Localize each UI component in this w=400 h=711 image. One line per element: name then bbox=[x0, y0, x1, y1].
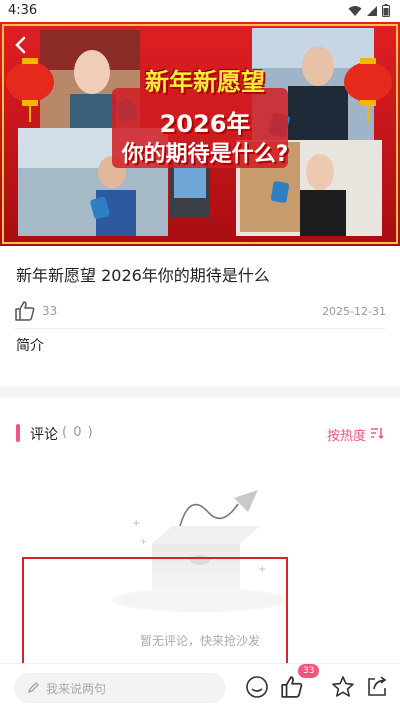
like-toolbar-icon[interactable] bbox=[280, 675, 304, 699]
cover-headline: 新年新愿望 bbox=[145, 68, 265, 96]
comments-count: ( 0 ) bbox=[62, 425, 94, 440]
signal-icon bbox=[367, 5, 377, 16]
bottom-toolbar: 我来说两句 33 bbox=[0, 663, 400, 711]
wifi-icon bbox=[348, 5, 362, 16]
video-title-area: 新年新愿望 2026年你的期待是什么 bbox=[16, 264, 384, 288]
divider bbox=[14, 328, 386, 329]
svg-text:+: + bbox=[140, 537, 147, 546]
comments-header: 评论 ( 0 ) 按热度 bbox=[16, 424, 384, 444]
emoji-icon[interactable] bbox=[245, 675, 269, 699]
svg-text:+: + bbox=[132, 518, 140, 529]
comments-accent-bar bbox=[16, 424, 20, 442]
cover-year: 2026年 bbox=[159, 110, 251, 138]
video-cover[interactable]: 新年新愿望 2026年 你的期待是什么? bbox=[0, 22, 400, 246]
like-count: 33 bbox=[42, 304, 58, 318]
comments-title: 评论 bbox=[30, 427, 58, 443]
comment-input-placeholder: 我来说两句 bbox=[46, 682, 107, 696]
video-title: 新年新愿望 2026年你的期待是什么 bbox=[16, 266, 270, 285]
star-favorite-icon[interactable] bbox=[331, 675, 355, 699]
status-icons bbox=[348, 4, 390, 17]
sort-by-hot-button[interactable]: 按热度 bbox=[327, 425, 366, 444]
thumbs-up-icon[interactable] bbox=[14, 300, 36, 322]
pencil-icon bbox=[28, 682, 39, 693]
back-arrow-icon[interactable] bbox=[10, 34, 32, 56]
status-time: 4:36 bbox=[8, 3, 38, 18]
share-icon[interactable] bbox=[366, 675, 388, 697]
comment-input[interactable]: 我来说两句 bbox=[14, 673, 226, 703]
cover-question: 你的期待是什么? bbox=[121, 142, 289, 167]
intro-label[interactable]: 简介 bbox=[16, 335, 44, 355]
battery-icon bbox=[382, 4, 390, 17]
status-bar: 4:36 bbox=[0, 0, 400, 22]
section-divider bbox=[0, 386, 400, 398]
publish-date: 2025-12-31 bbox=[322, 305, 386, 318]
like-count-badge: 33 bbox=[298, 664, 320, 678]
sort-icon[interactable] bbox=[370, 426, 384, 440]
video-meta-row: 33 2025-12-31 bbox=[14, 298, 386, 326]
